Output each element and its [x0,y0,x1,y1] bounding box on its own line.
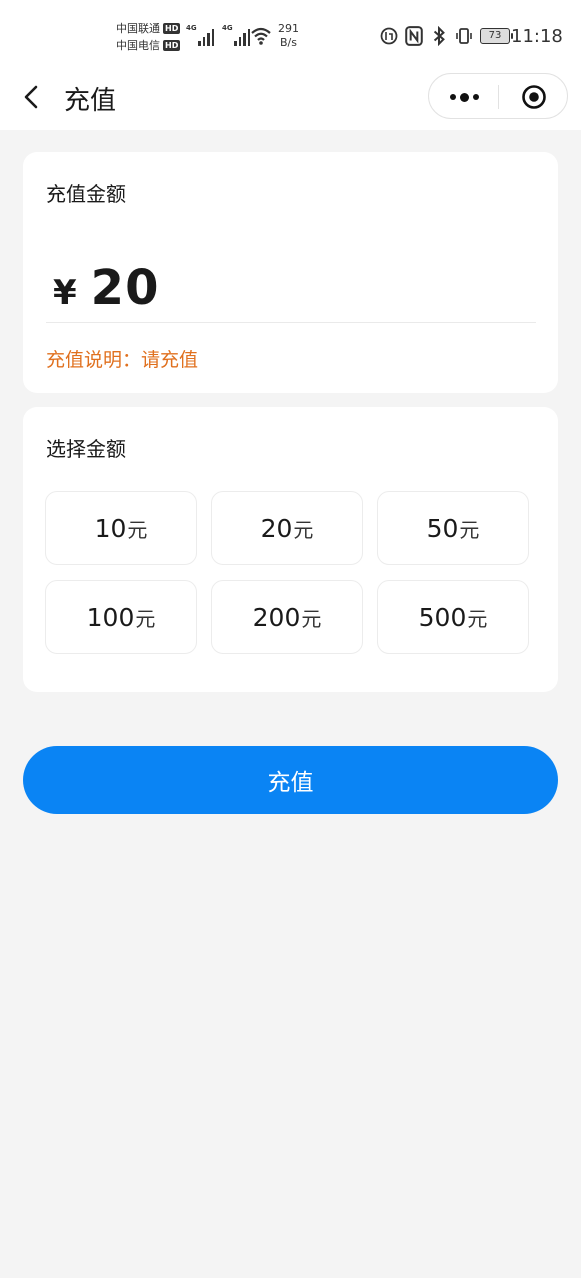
currency-symbol: ¥ [53,273,77,313]
option-amount: 200 [252,602,301,632]
recharge-note-label: 充值说明： [46,349,142,371]
recharge-amount-label: 充值金额 [46,182,126,206]
option-amount: 100 [86,602,135,632]
mini-program-capsule [428,73,568,119]
capsule-divider [498,85,499,109]
back-arrow-icon[interactable] [18,82,48,112]
hd-badge: HD [163,40,181,51]
option-amount: 500 [418,602,467,632]
amount-option-50[interactable]: 50 元 [377,491,529,565]
option-unit: 元 [127,517,148,542]
network-type-label: 4G [186,24,197,32]
status-bar: 中国联通 HD 中国电信 HD 4G 4G 291 B/s 73 11:18 [0,0,581,72]
vibrate-icon [456,28,472,44]
wifi-icon [251,27,271,45]
nav-bar: 充值 [0,72,581,130]
option-unit: 元 [293,517,314,542]
carrier-info: 中国联通 HD 中国电信 HD [116,20,181,54]
amount-option-200[interactable]: 200 元 [211,580,363,654]
close-target-icon[interactable] [521,84,547,110]
system-icons: 73 [380,26,513,46]
battery-icon: 73 [480,28,513,44]
more-dots-icon[interactable] [447,85,481,109]
option-amount: 10 [94,513,127,543]
network-type-label: 4G [222,24,233,32]
option-amount: 50 [426,513,459,543]
network-speed: 291 B/s [278,22,299,50]
signal-icon: 4G [186,24,214,46]
select-amount-card: 选择金额 10 元 20 元 50 元 100 元 200 元 500 元 [23,407,558,692]
signal-icons: 4G 4G [186,24,250,46]
signal-icon: 4G [222,24,250,46]
recharge-button[interactable]: 充值 [23,746,558,814]
speed-value: 291 [278,22,299,35]
hd-badge: HD [163,23,181,34]
bluetooth-icon [433,26,445,46]
amount-option-20[interactable]: 20 元 [211,491,363,565]
data-saver-icon [380,27,398,45]
amount-options: 10 元 20 元 50 元 100 元 200 元 500 元 [45,491,529,654]
amount-input[interactable]: ¥ 20 [53,260,159,316]
recharge-amount-card: 充值金额 ¥ 20 充值说明：请充值 [23,152,558,393]
option-unit: 元 [467,606,488,631]
carrier-1-label: 中国联通 [116,22,160,35]
carrier-2-label: 中国电信 [116,39,160,52]
amount-divider [46,322,536,323]
amount-option-100[interactable]: 100 元 [45,580,197,654]
amount-option-500[interactable]: 500 元 [377,580,529,654]
option-unit: 元 [135,606,156,631]
option-unit: 元 [459,517,480,542]
recharge-note: 充值说明：请充值 [46,345,198,372]
amount-value: 20 [90,260,160,316]
select-amount-label: 选择金额 [46,437,126,461]
nfc-icon [405,26,423,46]
option-amount: 20 [260,513,293,543]
speed-unit: B/s [280,36,297,49]
clock: 11:18 [511,26,563,47]
amount-option-10[interactable]: 10 元 [45,491,197,565]
recharge-note-value: 请充值 [141,349,199,371]
page-title: 充值 [64,86,117,116]
option-unit: 元 [301,606,322,631]
